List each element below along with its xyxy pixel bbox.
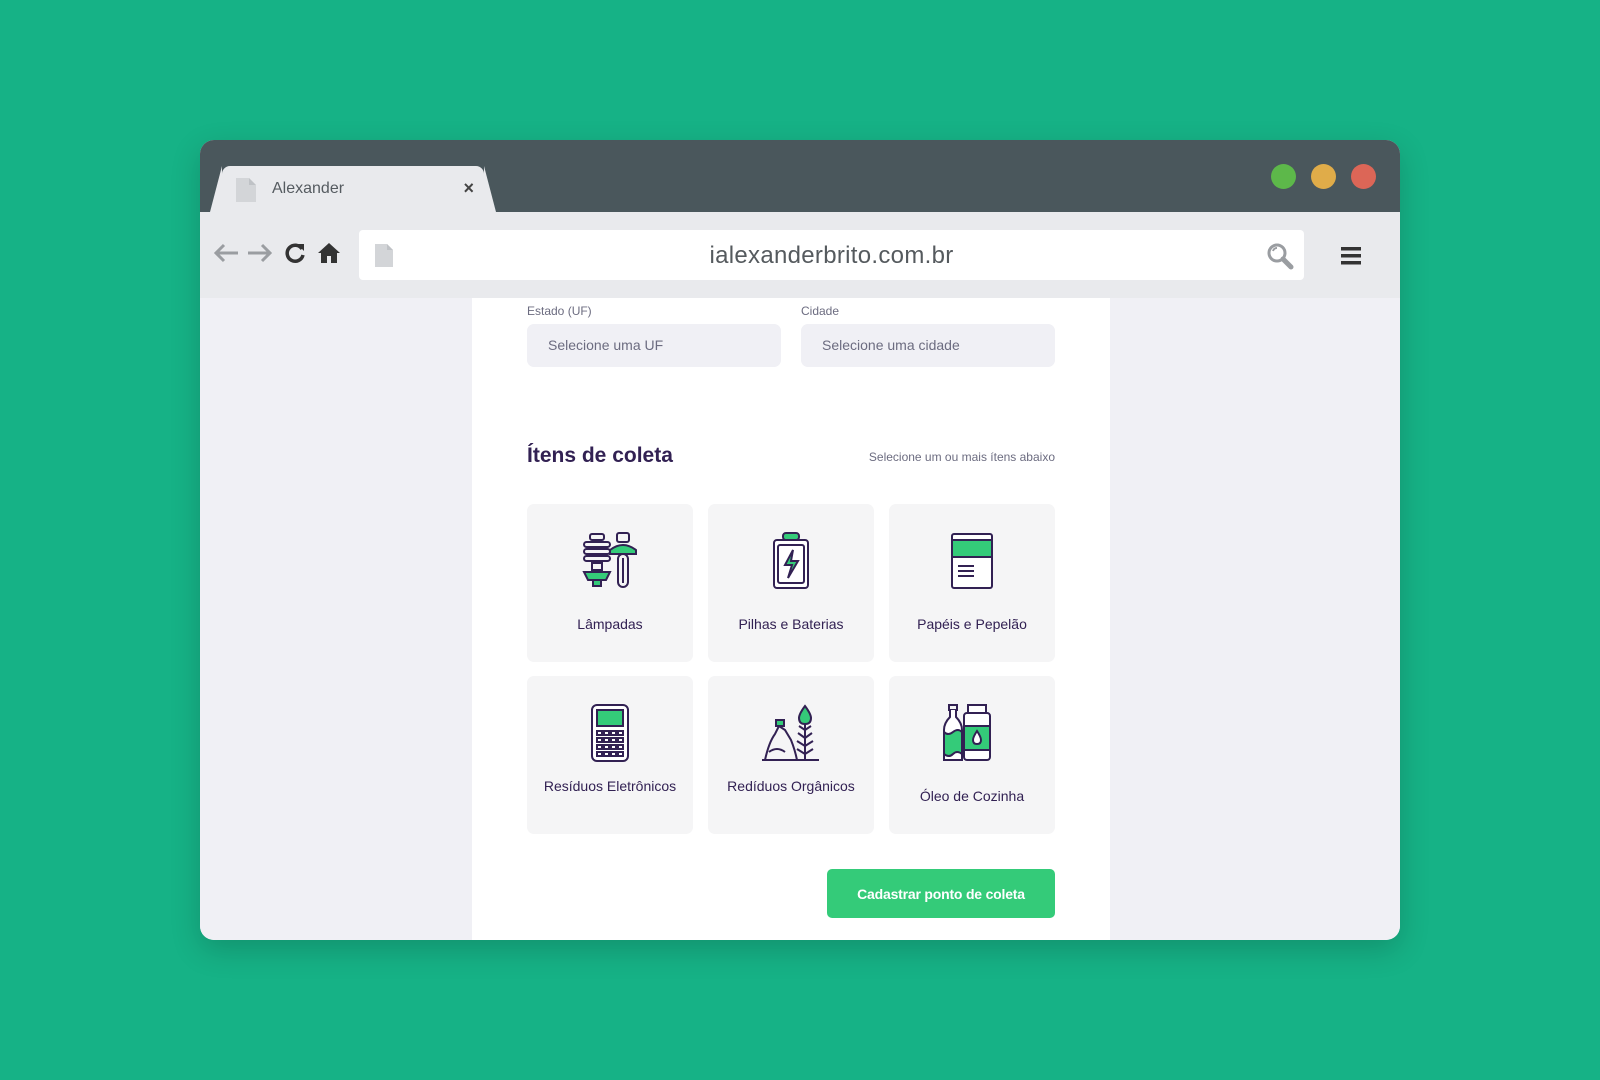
title-bar: Alexander × xyxy=(200,140,1400,212)
document-icon xyxy=(236,178,256,202)
item-label: Lâmpadas xyxy=(577,616,643,632)
city-select[interactable]: Selecione uma cidade xyxy=(801,324,1055,367)
item-label: Pilhas e Baterias xyxy=(738,616,844,632)
item-oil[interactable]: Óleo de Cozinha xyxy=(889,676,1055,834)
item-batteries[interactable]: Pilhas e Baterias xyxy=(708,504,874,662)
electronics-icon xyxy=(591,704,629,762)
forward-arrow-icon[interactable] xyxy=(246,242,274,264)
items-grid: Lâmpadas Pilhas e Baterias Papéis e Pepe… xyxy=(527,504,1055,834)
browser-window: Alexander × ialexanderbrito.com.br Estad… xyxy=(200,140,1400,940)
city-label: Cidade xyxy=(801,304,840,318)
home-icon[interactable] xyxy=(317,242,341,264)
tab-title: Alexander xyxy=(272,180,345,197)
close-window-button[interactable] xyxy=(1351,164,1376,189)
item-label: Resíduos Eletrônicos xyxy=(543,778,677,794)
organic-icon xyxy=(762,704,819,761)
maximize-button[interactable] xyxy=(1271,164,1296,189)
battery-icon xyxy=(773,532,809,589)
item-label: Papéis e Pepelão xyxy=(917,616,1027,632)
reload-icon[interactable] xyxy=(284,242,306,264)
oil-icon xyxy=(943,704,991,761)
item-electronics[interactable]: Resíduos Eletrônicos xyxy=(527,676,693,834)
paper-icon xyxy=(951,533,993,589)
item-organic[interactable]: Redíduos Orgânicos xyxy=(708,676,874,834)
minimize-button[interactable] xyxy=(1311,164,1336,189)
state-select[interactable]: Selecione uma UF xyxy=(527,324,781,367)
back-arrow-icon[interactable] xyxy=(212,242,240,264)
browser-tab[interactable]: Alexander × xyxy=(222,166,484,212)
lamps-icon xyxy=(582,532,637,588)
hamburger-menu-icon[interactable] xyxy=(1340,245,1362,267)
item-lamps[interactable]: Lâmpadas xyxy=(527,504,693,662)
register-collection-point-button[interactable]: Cadastrar ponto de coleta xyxy=(827,869,1055,918)
url-text: ialexanderbrito.com.br xyxy=(709,242,954,269)
page-viewport: Estado (UF) Selecione uma UF Cidade Sele… xyxy=(200,298,1400,940)
section-title: Ítens de coleta xyxy=(527,444,673,467)
item-label: Óleo de Cozinha xyxy=(919,788,1025,804)
state-label: Estado (UF) xyxy=(527,304,592,318)
item-paper[interactable]: Papéis e Pepelão xyxy=(889,504,1055,662)
close-icon[interactable]: × xyxy=(463,178,474,199)
browser-toolbar: ialexanderbrito.com.br xyxy=(200,212,1400,298)
form-card: Estado (UF) Selecione uma UF Cidade Sele… xyxy=(472,298,1110,940)
item-label: Redíduos Orgânicos xyxy=(727,778,855,794)
address-bar[interactable]: ialexanderbrito.com.br xyxy=(359,230,1304,280)
search-icon[interactable] xyxy=(1266,242,1294,270)
section-hint: Selecione um ou mais ítens abaixo xyxy=(868,450,1055,464)
